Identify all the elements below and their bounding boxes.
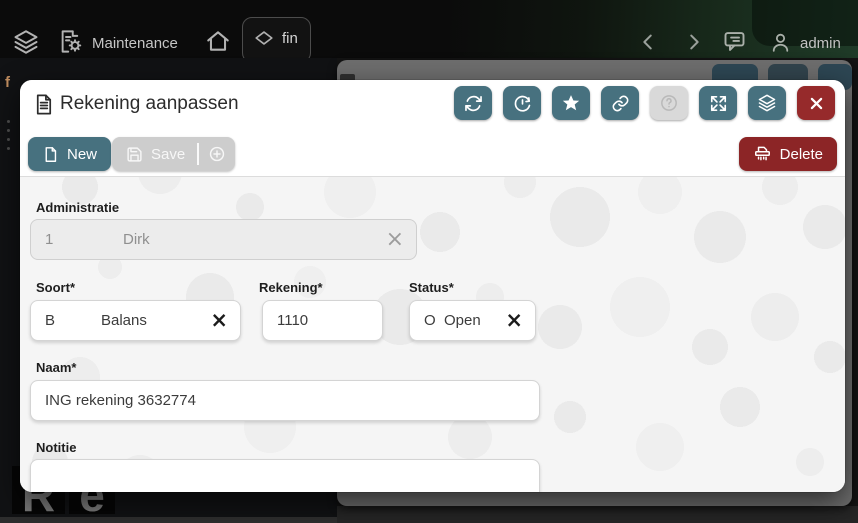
new-button[interactable]: New — [28, 137, 111, 171]
diamond-icon — [253, 27, 275, 49]
background-footer-strip-left — [0, 517, 337, 523]
status-label: Status* — [409, 280, 454, 295]
status-value: Open — [444, 312, 481, 329]
nav-back-icon[interactable] — [637, 31, 659, 53]
help-button — [650, 86, 688, 120]
delete-button[interactable]: Delete — [739, 137, 837, 171]
notitie-label: Notitie — [36, 440, 76, 455]
dialog-title: Rekening aanpassen — [60, 93, 239, 115]
save-and-new-button[interactable] — [199, 145, 235, 163]
rekening-field[interactable]: 1110 — [262, 300, 383, 341]
messages-icon[interactable] — [721, 28, 748, 55]
top-navbar: Maintenance fin — [0, 0, 858, 58]
document-icon — [32, 91, 55, 118]
tab-fin[interactable]: fin — [242, 17, 311, 58]
dialog-body: Administratie 1 Dirk × Soort* B Balans ×… — [20, 177, 845, 492]
history-button[interactable] — [503, 86, 541, 120]
dialog-header-buttons — [454, 86, 835, 120]
sidebar-dot — [7, 138, 10, 141]
link-button[interactable] — [601, 86, 639, 120]
delete-button-label: Delete — [780, 146, 823, 163]
naam-value: ING rekening 3632774 — [31, 392, 196, 409]
status-field[interactable]: O Open × — [409, 300, 536, 341]
favorite-star-button[interactable] — [552, 86, 590, 120]
shredder-icon — [753, 145, 772, 164]
rekening-aanpassen-dialog: Rekening aanpassen — [20, 80, 845, 492]
naam-field[interactable]: ING rekening 3632774 — [30, 380, 540, 421]
soort-field[interactable]: B Balans × — [30, 300, 241, 341]
layers-icon[interactable] — [12, 28, 40, 56]
administratie-field: 1 Dirk × — [30, 219, 417, 260]
soort-value: Balans — [101, 312, 147, 329]
status-code: O — [410, 312, 444, 329]
user-icon[interactable] — [768, 30, 793, 55]
sidebar-dot — [7, 120, 10, 123]
sidebar-dot — [7, 147, 10, 150]
close-button[interactable] — [797, 86, 835, 120]
nav-forward-icon[interactable] — [683, 31, 705, 53]
fullscreen-button[interactable] — [699, 86, 737, 120]
status-clear-icon[interactable]: × — [493, 310, 535, 331]
screen: Maintenance fin — [0, 0, 858, 523]
administratie-clear-icon[interactable]: × — [374, 229, 416, 251]
maintenance-icon[interactable] — [57, 28, 84, 55]
notitie-field[interactable] — [30, 459, 540, 492]
dialog-toolbar: New Save — [20, 137, 845, 177]
user-menu-label[interactable]: admin — [800, 35, 841, 52]
rekening-value: 1110 — [263, 312, 308, 329]
background-footer-strip — [337, 506, 858, 523]
save-button-group: Save — [112, 137, 235, 171]
home-icon[interactable] — [205, 28, 231, 54]
save-button-label: Save — [151, 146, 185, 163]
soort-clear-icon[interactable]: × — [198, 310, 240, 331]
dialog-header: Rekening aanpassen — [20, 80, 845, 177]
sidebar-dot — [7, 129, 10, 132]
new-button-label: New — [67, 146, 97, 163]
administratie-label: Administratie — [36, 200, 119, 215]
tab-fin-label: fin — [282, 30, 298, 47]
soort-label: Soort* — [36, 280, 75, 295]
refresh-button[interactable] — [454, 86, 492, 120]
save-icon — [126, 146, 143, 163]
rekening-label: Rekening* — [259, 280, 323, 295]
administratie-value: Dirk — [123, 231, 150, 248]
soort-code: B — [31, 312, 101, 329]
sidebar-letter: f — [5, 74, 10, 91]
naam-label: Naam* — [36, 360, 76, 375]
save-button[interactable]: Save — [112, 146, 197, 163]
layers-button[interactable] — [748, 86, 786, 120]
administratie-code: 1 — [31, 231, 123, 248]
maintenance-menu-label[interactable]: Maintenance — [92, 35, 178, 52]
plus-circle-icon — [208, 145, 226, 163]
